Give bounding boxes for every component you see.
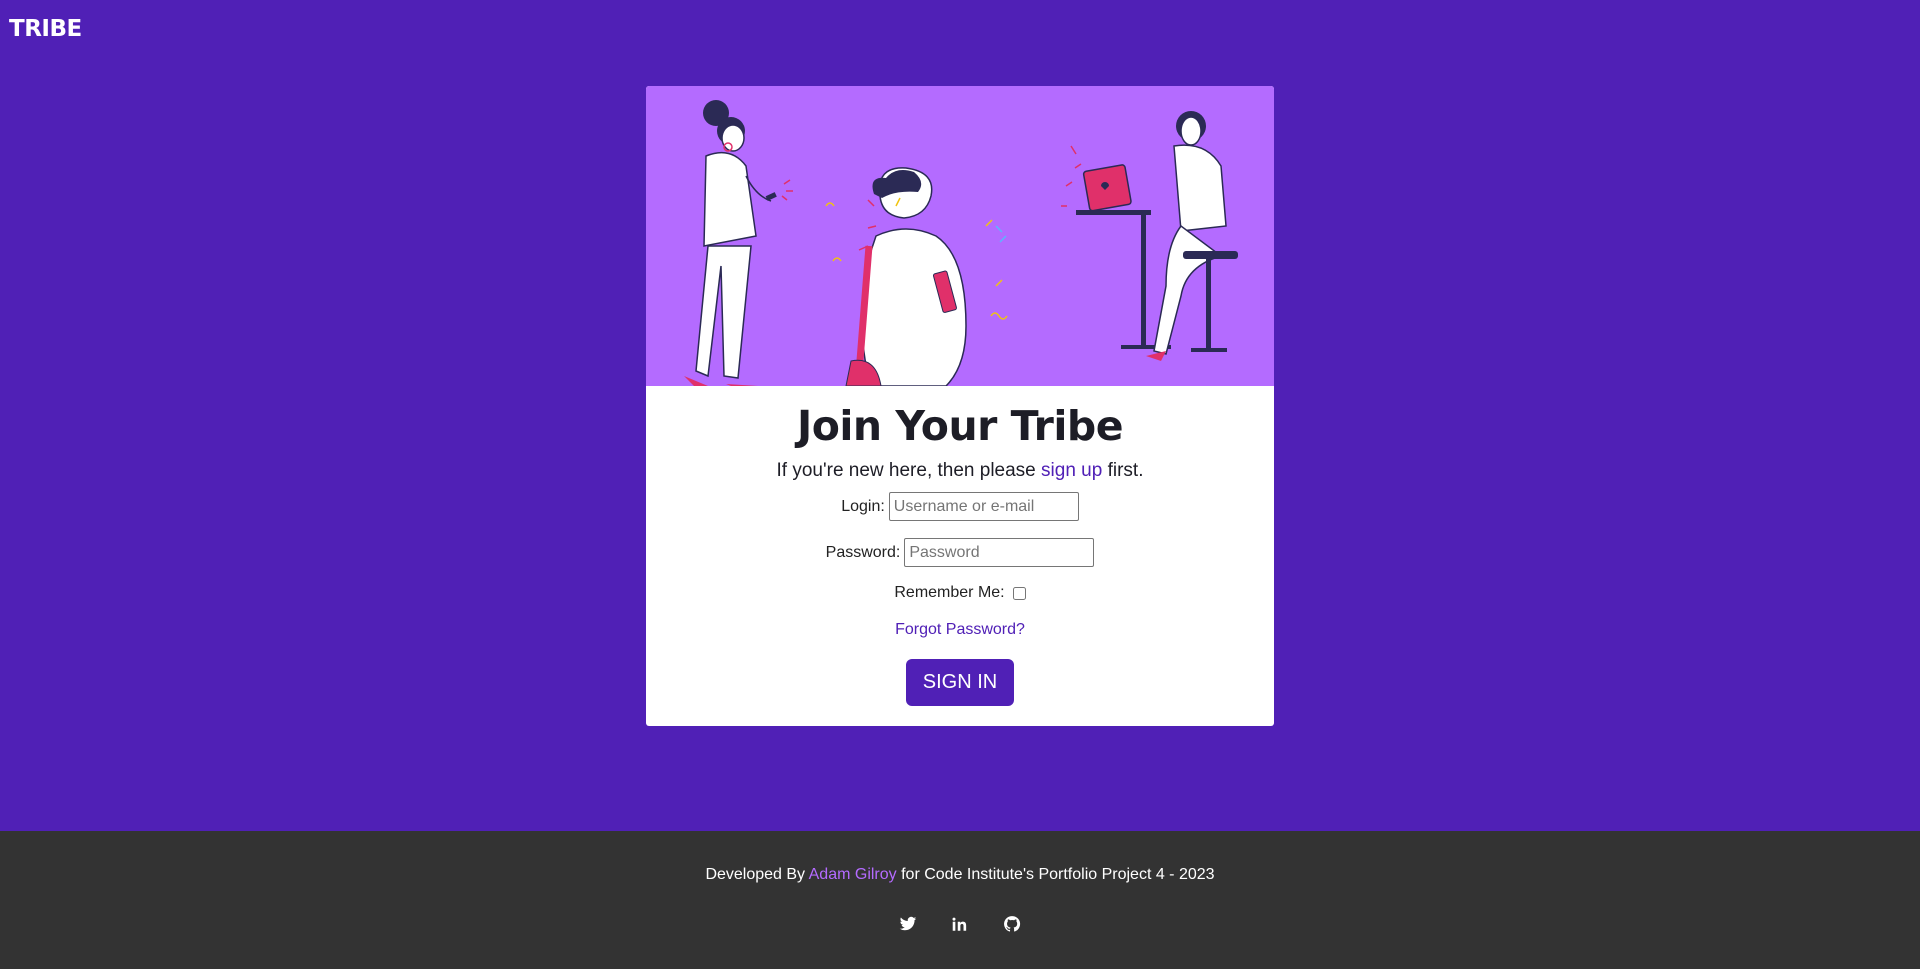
password-row: Password:	[646, 538, 1274, 567]
credit-suffix: for Code Institute's Portfolio Project 4…	[896, 866, 1215, 883]
woman-with-laptop-illustration	[1061, 111, 1238, 361]
signup-prompt: If you're new here, then please sign up …	[646, 458, 1274, 484]
signin-wrap: SIGN IN	[646, 659, 1274, 706]
sign-in-button[interactable]: SIGN IN	[905, 659, 1015, 706]
man-with-phone-illustration	[825, 167, 1008, 386]
login-label: Login:	[841, 497, 885, 515]
remember-checkbox[interactable]	[1012, 586, 1026, 600]
woman-with-phone-illustration	[684, 100, 793, 386]
credit-prefix: Developed By	[705, 866, 809, 883]
hero-illustration	[646, 86, 1274, 386]
login-card: Join Your Tribe If you're new here, then…	[646, 86, 1274, 726]
author-link[interactable]: Adam Gilroy	[809, 866, 897, 883]
password-label: Password:	[825, 543, 901, 561]
login-row: Login:	[646, 492, 1274, 521]
remember-label: Remember Me:	[894, 584, 1005, 601]
signup-prompt-prefix: If you're new here, then please	[776, 460, 1042, 481]
brand-logo[interactable]: TRIBE	[9, 16, 82, 42]
twitter-icon[interactable]	[899, 915, 917, 933]
page-title: Join Your Tribe	[796, 402, 1124, 450]
password-input[interactable]	[904, 538, 1095, 567]
forgot-password-link[interactable]: Forgot Password?	[646, 621, 1274, 639]
linkedin-icon[interactable]	[951, 915, 969, 933]
signup-link[interactable]: sign up	[1041, 460, 1102, 481]
signup-prompt-suffix: first.	[1102, 460, 1144, 481]
github-icon[interactable]	[1003, 915, 1021, 933]
footer: Developed By Adam Gilroy for Code Instit…	[0, 831, 1920, 969]
login-input[interactable]	[888, 492, 1079, 521]
footer-credit: Developed By Adam Gilroy for Code Instit…	[0, 865, 1920, 885]
remember-row: Remember Me:	[646, 584, 1274, 602]
social-links	[0, 915, 1920, 933]
